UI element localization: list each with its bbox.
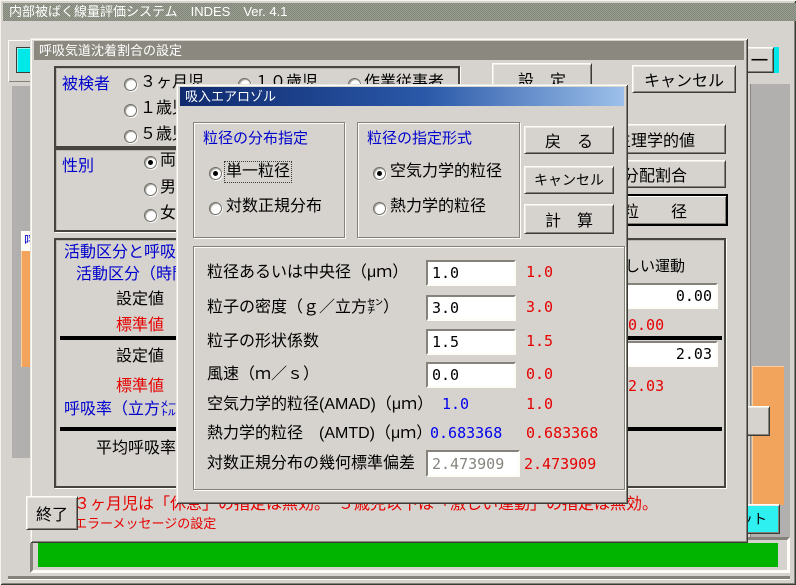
minimize-button[interactable]: —	[745, 47, 774, 73]
field-density-input[interactable]	[426, 295, 516, 321]
radio-thermodynamic[interactable]	[373, 202, 386, 215]
deposition-dialog-title: 呼吸気道沈着割合の設定	[39, 43, 182, 58]
distribution-group-label: 粒径の分布指定	[203, 130, 308, 148]
setvalue-label-2: 設定値	[116, 348, 164, 366]
dialog-cancel-label: キャンセル	[644, 67, 724, 91]
distribution-ratio-label: 分配割合	[623, 162, 687, 186]
field-gsd-label: 対数正規分布の幾何標準偏差	[207, 455, 415, 473]
field-amtd-ref: 0.683368	[526, 425, 598, 442]
stdvalue-1: 0.00	[628, 317, 664, 334]
subject-label: 被検者	[62, 76, 110, 94]
setvalue-label-1: 設定値	[116, 291, 164, 309]
radio-subject-3month[interactable]	[124, 78, 137, 91]
breathing-rate-input[interactable]	[626, 341, 718, 367]
main-title-bar[interactable]: 内部被ばく線量評価システム INDES Ver. 4.1	[3, 3, 796, 21]
field-shape-label: 粒子の形状係数	[207, 333, 319, 351]
field-diameter-label: 粒径あるいは中央径（μｍ）	[207, 264, 408, 282]
average-breathing-label: 平均呼吸率	[96, 440, 176, 458]
aerosol-dialog-title-bar[interactable]: 吸入エアロゾル	[180, 87, 624, 106]
field-amtd-label: 熱力学的粒径 (AMTD)（μｍ）	[207, 425, 432, 443]
aerosol-dialog: 吸入エアロゾル 粒径の分布指定 単一粒径 対数正規分布 粒径の指定形式 空気力学…	[176, 84, 628, 504]
radio-single-size-label[interactable]: 単一粒径	[226, 163, 290, 181]
return-button-label: 戻 る	[545, 128, 593, 152]
exit-button[interactable]: 終了	[26, 496, 78, 530]
field-density-label: 粒子の密度（ｇ／立方㌢）	[207, 299, 399, 317]
error-message-label: エラーメッセージの設定	[74, 516, 216, 531]
radio-subject-1year[interactable]	[124, 104, 137, 117]
field-diameter-ref: 1.0	[526, 264, 553, 281]
aerosol-cancel-button[interactable]: キャンセル	[524, 166, 614, 194]
field-wind-ref: 0.0	[526, 366, 553, 383]
field-amtd-value: 0.683368	[430, 425, 502, 442]
field-amad-label: 空気力学的粒径(AMAD)（μｍ）	[207, 396, 433, 414]
radio-gender-female[interactable]	[144, 209, 157, 222]
calculate-button-label: 計 算	[545, 207, 593, 231]
field-amad-value: 1.0	[442, 396, 469, 413]
radio-aerodynamic[interactable]	[373, 167, 386, 180]
field-amad-ref: 1.0	[526, 396, 553, 413]
radio-thermodynamic-label[interactable]: 熱力学的粒径	[390, 198, 486, 216]
calculate-button[interactable]: 計 算	[524, 204, 614, 234]
field-gsd-input[interactable]	[426, 450, 520, 477]
exercise-time-input[interactable]	[626, 283, 718, 309]
radio-subject-5year[interactable]	[124, 130, 137, 143]
dialog-cancel-button[interactable]: キャンセル	[632, 65, 736, 93]
return-button[interactable]: 戻 る	[524, 126, 614, 154]
radio-gender-male[interactable]	[144, 183, 157, 196]
minimize-glyph: —	[752, 51, 768, 69]
activity-heading: 活動区分と呼吸率	[64, 244, 192, 262]
stdvalue-label-2: 標準値	[116, 378, 164, 396]
bottom-divider	[8, 576, 790, 579]
radio-lognormal[interactable]	[209, 202, 222, 215]
stdvalue-2: 2.03	[628, 378, 664, 395]
aerosol-dialog-title: 吸入エアロゾル	[185, 89, 276, 104]
format-group-label: 粒径の指定形式	[367, 130, 472, 148]
field-gsd-ref: 2.473909	[524, 456, 596, 473]
stdvalue-label-1: 標準値	[116, 317, 164, 335]
field-wind-label: 風速（ｍ／ｓ）	[207, 366, 319, 384]
cyan-sliver-right	[774, 47, 779, 73]
radio-single-size[interactable]	[209, 167, 222, 180]
particle-size-label: 粒 径	[623, 198, 687, 222]
field-wind-input[interactable]	[426, 362, 516, 388]
radio-gender-both[interactable]	[144, 156, 157, 169]
progress-bar	[38, 543, 778, 567]
field-shape-ref: 1.5	[526, 333, 553, 350]
field-diameter-input[interactable]	[426, 260, 516, 286]
aerosol-cancel-label: キャンセル	[534, 170, 604, 190]
main-title: 内部被ばく線量評価システム INDES Ver. 4.1	[9, 4, 287, 19]
field-shape-input[interactable]	[426, 329, 516, 355]
radio-aerodynamic-label[interactable]: 空気力学的粒径	[390, 163, 502, 181]
radio-lognormal-label[interactable]: 対数正規分布	[226, 198, 322, 216]
exit-label: 終了	[36, 501, 68, 525]
deposition-dialog-title-bar[interactable]: 呼吸気道沈着割合の設定	[34, 41, 744, 60]
application-window: 内部被ばく線量評価システム INDES Ver. 4.1 呼 — リセット 呼吸…	[0, 0, 796, 585]
gender-label: 性別	[62, 158, 94, 176]
field-density-ref: 3.0	[526, 299, 553, 316]
